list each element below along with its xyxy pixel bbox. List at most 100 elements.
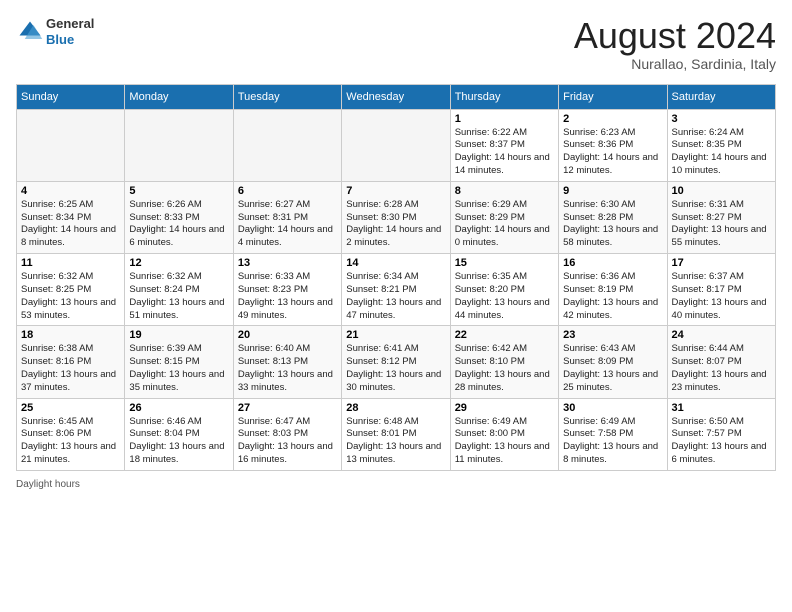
day-number: 14: [346, 257, 445, 269]
weekday-header-cell: Wednesday: [342, 84, 450, 109]
day-info: Sunrise: 6:25 AM Sunset: 8:34 PM Dayligh…: [21, 199, 120, 250]
calendar-day-cell: 19 Sunrise: 6:39 AM Sunset: 8:15 PM Dayli…: [125, 326, 233, 398]
calendar-day-cell: 11 Sunrise: 6:32 AM Sunset: 8:25 PM Dayli…: [17, 254, 125, 326]
day-number: 19: [129, 329, 228, 341]
calendar-day-cell: 30 Sunrise: 6:49 AM Sunset: 7:58 PM Dayli…: [559, 398, 667, 470]
logo-icon: [16, 18, 44, 46]
day-number: 29: [455, 402, 554, 414]
page-header: General Blue August 2024 Nurallao, Sardi…: [16, 16, 776, 72]
day-number: 20: [238, 329, 337, 341]
calendar-day-cell: 6 Sunrise: 6:27 AM Sunset: 8:31 PM Daylig…: [233, 181, 341, 253]
day-number: 31: [672, 402, 771, 414]
day-info: Sunrise: 6:36 AM Sunset: 8:19 PM Dayligh…: [563, 271, 662, 322]
calendar-body: 1 Sunrise: 6:22 AM Sunset: 8:37 PM Daylig…: [17, 109, 776, 470]
day-number: 2: [563, 113, 662, 125]
day-info: Sunrise: 6:43 AM Sunset: 8:09 PM Dayligh…: [563, 343, 662, 394]
month-year-title: August 2024: [574, 16, 776, 56]
day-number: 13: [238, 257, 337, 269]
day-number: 6: [238, 185, 337, 197]
day-info: Sunrise: 6:35 AM Sunset: 8:20 PM Dayligh…: [455, 271, 554, 322]
day-info: Sunrise: 6:49 AM Sunset: 8:00 PM Dayligh…: [455, 416, 554, 467]
day-info: Sunrise: 6:49 AM Sunset: 7:58 PM Dayligh…: [563, 416, 662, 467]
calendar-day-cell: [125, 109, 233, 181]
calendar-day-cell: 17Sunrise: 6:37 AM Sunset: 8:17 PM Dayli…: [667, 254, 775, 326]
daylight-label: Daylight hours: [16, 479, 80, 490]
day-info: Sunrise: 6:30 AM Sunset: 8:28 PM Dayligh…: [563, 199, 662, 250]
calendar-day-cell: 24 Sunrise: 6:44 AM Sunset: 8:07 PM Dayli…: [667, 326, 775, 398]
day-info: Sunrise: 6:32 AM Sunset: 8:25 PM Dayligh…: [21, 271, 120, 322]
calendar-day-cell: 1 Sunrise: 6:22 AM Sunset: 8:37 PM Daylig…: [450, 109, 558, 181]
day-info: Sunrise: 6:27 AM Sunset: 8:31 PM Dayligh…: [238, 199, 337, 250]
day-number: 22: [455, 329, 554, 341]
day-number: 11: [21, 257, 120, 269]
calendar-day-cell: 2 Sunrise: 6:23 AM Sunset: 8:36 PM Daylig…: [559, 109, 667, 181]
weekday-header-cell: Saturday: [667, 84, 775, 109]
day-number: 12: [129, 257, 228, 269]
location-subtitle: Nurallao, Sardinia, Italy: [574, 56, 776, 72]
calendar-day-cell: 12Sunrise: 6:32 AM Sunset: 8:24 PM Dayli…: [125, 254, 233, 326]
calendar-day-cell: 10 Sunrise: 6:31 AM Sunset: 8:27 PM Dayli…: [667, 181, 775, 253]
calendar-day-cell: 23 Sunrise: 6:43 AM Sunset: 8:09 PM Dayli…: [559, 326, 667, 398]
calendar-week-row: 4Sunrise: 6:25 AM Sunset: 8:34 PM Daylig…: [17, 181, 776, 253]
calendar-day-cell: 29 Sunrise: 6:49 AM Sunset: 8:00 PM Dayli…: [450, 398, 558, 470]
day-number: 1: [455, 113, 554, 125]
day-info: Sunrise: 6:31 AM Sunset: 8:27 PM Dayligh…: [672, 199, 771, 250]
day-info: Sunrise: 6:24 AM Sunset: 8:35 PM Dayligh…: [672, 127, 771, 178]
weekday-header-cell: Friday: [559, 84, 667, 109]
day-info: Sunrise: 6:38 AM Sunset: 8:16 PM Dayligh…: [21, 343, 120, 394]
calendar-day-cell: 18 Sunrise: 6:38 AM Sunset: 8:16 PM Dayli…: [17, 326, 125, 398]
day-number: 17: [672, 257, 771, 269]
day-number: 16: [563, 257, 662, 269]
calendar-day-cell: 16 Sunrise: 6:36 AM Sunset: 8:19 PM Dayli…: [559, 254, 667, 326]
weekday-header-cell: Tuesday: [233, 84, 341, 109]
day-info: Sunrise: 6:42 AM Sunset: 8:10 PM Dayligh…: [455, 343, 554, 394]
calendar-day-cell: 28Sunrise: 6:48 AM Sunset: 8:01 PM Dayli…: [342, 398, 450, 470]
calendar-day-cell: 7Sunrise: 6:28 AM Sunset: 8:30 PM Daylig…: [342, 181, 450, 253]
day-info: Sunrise: 6:40 AM Sunset: 8:13 PM Dayligh…: [238, 343, 337, 394]
day-info: Sunrise: 6:48 AM Sunset: 8:01 PM Dayligh…: [346, 416, 445, 467]
day-number: 15: [455, 257, 554, 269]
day-number: 5: [129, 185, 228, 197]
calendar-day-cell: [233, 109, 341, 181]
day-info: Sunrise: 6:23 AM Sunset: 8:36 PM Dayligh…: [563, 127, 662, 178]
day-info: Sunrise: 6:41 AM Sunset: 8:12 PM Dayligh…: [346, 343, 445, 394]
day-number: 23: [563, 329, 662, 341]
calendar-week-row: 1 Sunrise: 6:22 AM Sunset: 8:37 PM Daylig…: [17, 109, 776, 181]
day-number: 9: [563, 185, 662, 197]
day-number: 7: [346, 185, 445, 197]
calendar-day-cell: 20 Sunrise: 6:40 AM Sunset: 8:13 PM Dayli…: [233, 326, 341, 398]
weekday-header-cell: Monday: [125, 84, 233, 109]
calendar-day-cell: 25Sunrise: 6:45 AM Sunset: 8:06 PM Dayli…: [17, 398, 125, 470]
calendar-day-cell: 26 Sunrise: 6:46 AM Sunset: 8:04 PM Dayli…: [125, 398, 233, 470]
day-number: 8: [455, 185, 554, 197]
day-number: 24: [672, 329, 771, 341]
day-number: 10: [672, 185, 771, 197]
logo-text: General Blue: [46, 16, 94, 47]
calendar-day-cell: 4Sunrise: 6:25 AM Sunset: 8:34 PM Daylig…: [17, 181, 125, 253]
day-number: 30: [563, 402, 662, 414]
day-info: Sunrise: 6:39 AM Sunset: 8:15 PM Dayligh…: [129, 343, 228, 394]
day-number: 3: [672, 113, 771, 125]
day-info: Sunrise: 6:46 AM Sunset: 8:04 PM Dayligh…: [129, 416, 228, 467]
day-info: Sunrise: 6:45 AM Sunset: 8:06 PM Dayligh…: [21, 416, 120, 467]
calendar-day-cell: 15 Sunrise: 6:35 AM Sunset: 8:20 PM Dayli…: [450, 254, 558, 326]
calendar-day-cell: 9 Sunrise: 6:30 AM Sunset: 8:28 PM Daylig…: [559, 181, 667, 253]
calendar-day-cell: 31Sunrise: 6:50 AM Sunset: 7:57 PM Dayli…: [667, 398, 775, 470]
calendar-week-row: 18 Sunrise: 6:38 AM Sunset: 8:16 PM Dayli…: [17, 326, 776, 398]
weekday-header-cell: Thursday: [450, 84, 558, 109]
day-number: 26: [129, 402, 228, 414]
day-info: Sunrise: 6:34 AM Sunset: 8:21 PM Dayligh…: [346, 271, 445, 322]
calendar-day-cell: [17, 109, 125, 181]
day-info: Sunrise: 6:33 AM Sunset: 8:23 PM Dayligh…: [238, 271, 337, 322]
calendar-day-cell: 8Sunrise: 6:29 AM Sunset: 8:29 PM Daylig…: [450, 181, 558, 253]
day-info: Sunrise: 6:22 AM Sunset: 8:37 PM Dayligh…: [455, 127, 554, 178]
calendar-day-cell: 27Sunrise: 6:47 AM Sunset: 8:03 PM Dayli…: [233, 398, 341, 470]
day-info: Sunrise: 6:44 AM Sunset: 8:07 PM Dayligh…: [672, 343, 771, 394]
weekday-header-row: SundayMondayTuesdayWednesdayThursdayFrid…: [17, 84, 776, 109]
day-number: 21: [346, 329, 445, 341]
calendar-week-row: 11 Sunrise: 6:32 AM Sunset: 8:25 PM Dayli…: [17, 254, 776, 326]
calendar-week-row: 25Sunrise: 6:45 AM Sunset: 8:06 PM Dayli…: [17, 398, 776, 470]
logo: General Blue: [16, 16, 94, 47]
day-number: 18: [21, 329, 120, 341]
calendar-day-cell: 21 Sunrise: 6:41 AM Sunset: 8:12 PM Dayli…: [342, 326, 450, 398]
